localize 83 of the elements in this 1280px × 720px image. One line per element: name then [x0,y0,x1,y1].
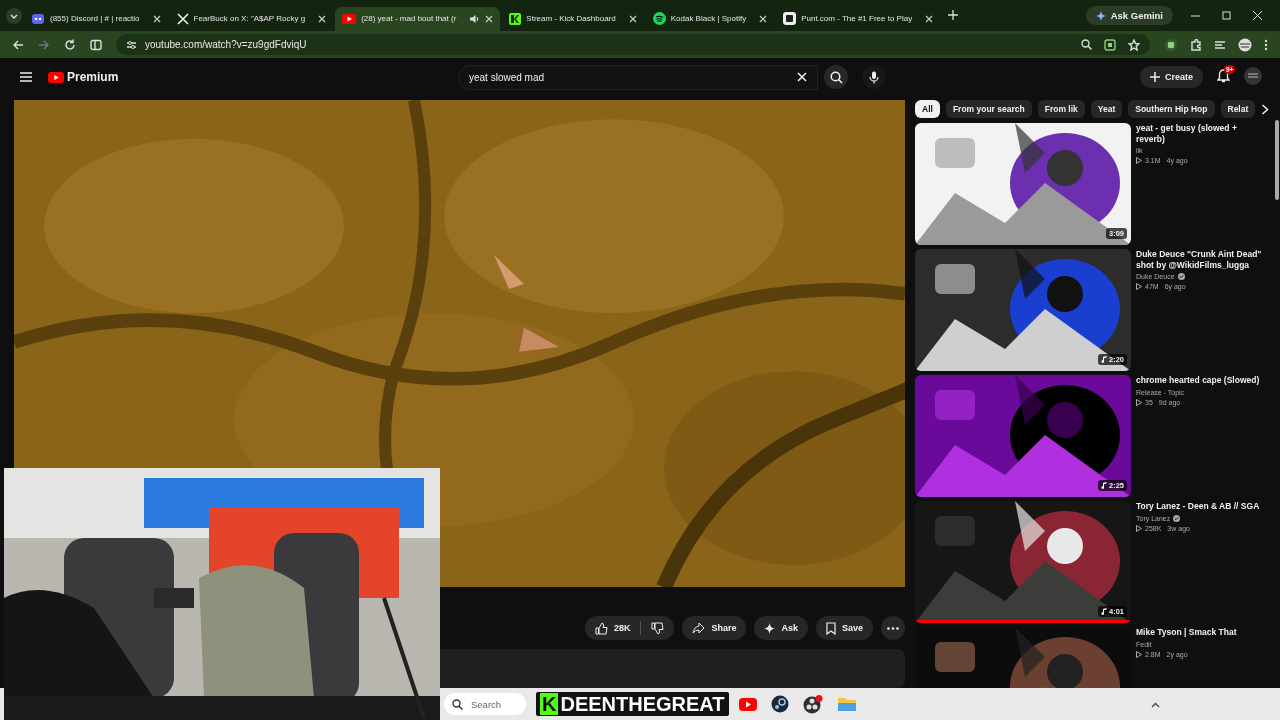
site-settings-icon[interactable] [126,39,137,50]
sparkle-icon [1095,10,1106,21]
microphone-icon [869,70,879,84]
browser-tab[interactable]: Kodak Black | Spotify [645,6,775,31]
search-field[interactable]: yeat slowed mad [458,64,818,90]
clear-icon[interactable] [797,72,807,82]
bookmark-icon [825,621,836,635]
play-outline-icon [1136,283,1142,291]
share-button[interactable]: Share [682,616,747,641]
zoom-icon[interactable] [1081,39,1092,50]
browser-tab[interactable]: Punt.com - The #1 Free to Play [776,6,941,31]
menu-icon[interactable] [20,72,32,82]
browser-tab[interactable]: (28) yeat - mad bout that (r [335,6,501,31]
browser-tab[interactable]: FearBuck on X: "A$AP Rocky g [169,6,334,31]
filter-chip[interactable]: All [915,100,940,118]
video-title[interactable]: Tory Lanez - Deen & AB // SGA [1136,501,1266,512]
avatar-icon[interactable] [1244,67,1262,85]
play-outline-icon [1136,524,1142,532]
puzzle-icon[interactable] [1190,38,1202,51]
list-icon[interactable] [1214,38,1226,51]
close-icon[interactable] [318,14,327,23]
close-icon[interactable] [1253,11,1262,20]
streamer-name-banner: K DEENTHEGREAT [536,692,729,716]
close-icon[interactable] [759,14,768,23]
back-icon[interactable] [12,38,24,51]
video-title[interactable]: yeat - get busy (slowed + reverb) [1136,123,1266,145]
filter-chip[interactable]: Relat [1220,100,1256,118]
more-icon[interactable] [1264,38,1268,51]
ask-button[interactable]: Ask [754,616,808,641]
steam-icon[interactable] [770,695,789,713]
record-icon[interactable] [802,694,823,714]
browser-tab[interactable]: Stream - Kick Dashboard [502,6,644,31]
search-button[interactable] [824,65,848,89]
star-icon[interactable] [1128,38,1140,51]
close-icon[interactable] [152,14,161,23]
scrollbar[interactable] [1275,120,1279,200]
sound-waves-icon [652,12,666,25]
more-icon [887,626,899,630]
close-icon[interactable] [628,14,637,23]
new-tab-icon[interactable] [948,9,959,20]
ask-gemini-button[interactable]: Ask Gemini [1085,6,1173,25]
sparkle-icon [764,622,776,634]
avatar-icon[interactable] [1238,37,1252,52]
play-outline-icon [1136,650,1142,658]
chat-icon [31,11,45,26]
search-icon [829,70,843,84]
video-title[interactable]: chrome hearted cape (Slowed) [1136,375,1266,386]
video-title[interactable]: Mike Tyson | Smack That [1136,627,1266,638]
plus-icon [1150,72,1160,82]
filter-chip[interactable]: Southern Hip Hop [1128,100,1215,118]
address-bar[interactable]: youtube.com/watch?v=zu9gdFdviqU [116,34,1150,55]
search-icon [452,698,463,710]
chevron-right-icon[interactable] [1261,103,1270,115]
video-title[interactable]: Duke Deuce "Crunk Aint Dead" shot by @WikidFilms_lugga [1136,249,1266,271]
microphone-button[interactable] [862,65,886,89]
share-icon [692,622,706,635]
square-icon [509,12,522,25]
close-icon[interactable] [485,14,494,23]
thumbs-down-icon [651,621,665,635]
screen-icon[interactable] [1104,38,1116,51]
save-button[interactable]: Save [815,616,873,641]
browser-tab[interactable]: (855) Discord | # | reactio [24,6,168,31]
extension-icon[interactable] [1164,37,1178,52]
close-icon[interactable] [925,14,934,23]
play-outline-icon [1136,157,1142,165]
square-icon [783,12,797,25]
play-outline-icon [1136,398,1142,406]
more-button[interactable] [881,616,905,641]
thumbs-up-icon [594,621,608,635]
search-field[interactable]: Search [444,693,526,715]
filter-chip[interactable]: From lik [1037,100,1085,118]
filter-chip[interactable]: Yeat [1090,100,1123,118]
restore-icon[interactable] [1222,11,1231,20]
filter-chip[interactable]: From your search [945,100,1032,118]
logo-text[interactable]: Premium [67,70,119,84]
dropdown-icon[interactable] [6,7,22,24]
chevron-up-icon[interactable] [1151,701,1160,708]
x-icon [176,12,189,25]
reload-icon[interactable] [64,38,76,51]
play-icon [342,13,357,24]
play-icon[interactable] [48,71,64,83]
create-button[interactable]: Create [1140,66,1203,88]
sidebar-icon[interactable] [90,38,102,51]
